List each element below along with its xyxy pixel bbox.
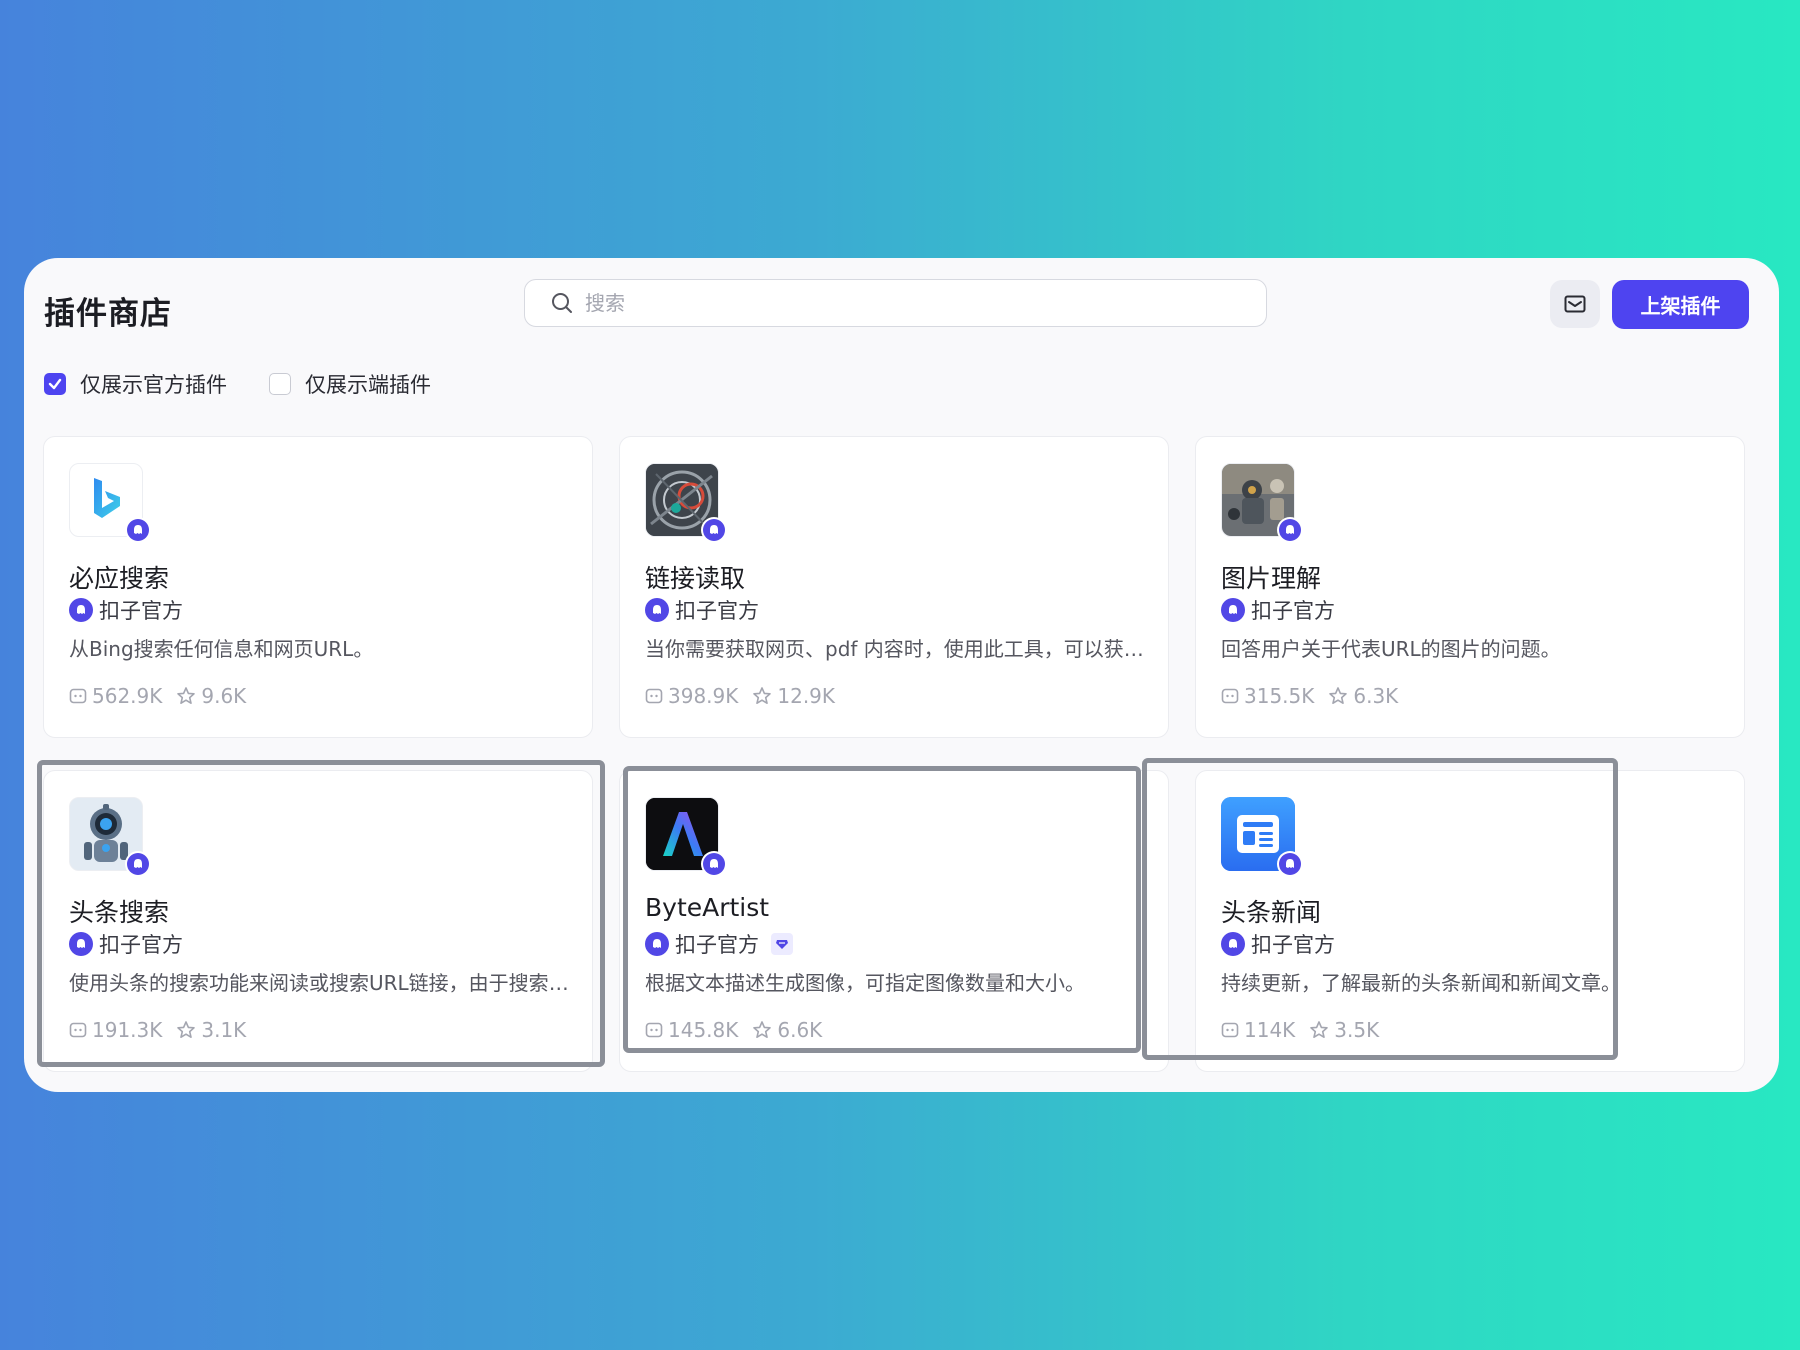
star-icon bbox=[1310, 1021, 1329, 1039]
filter-label: 仅展示官方插件 bbox=[80, 373, 227, 397]
plugin-store-window: 插件商店 上架插件 仅展示官方插件 仅展示端插件 bbox=[24, 258, 1779, 1092]
checkbox-unchecked[interactable] bbox=[269, 373, 291, 395]
plugin-card[interactable]: 图片理解 扣子官方 回答用户关于代表URL的图片的问题。 315.5K 6.3K bbox=[1195, 436, 1745, 738]
usage-icon bbox=[645, 1022, 663, 1038]
premium-gem-icon bbox=[771, 933, 793, 955]
plugin-card[interactable]: 头条新闻 扣子官方 持续更新，了解最新的头条新闻和新闻文章。 114K 3.5K bbox=[1195, 770, 1745, 1072]
search-input[interactable] bbox=[583, 290, 1227, 316]
star-count: 6.3K bbox=[1353, 684, 1399, 708]
search-box[interactable] bbox=[524, 279, 1267, 327]
star-icon bbox=[177, 1021, 196, 1039]
star-icon bbox=[177, 687, 196, 705]
usage-icon bbox=[1221, 688, 1239, 704]
plugin-card[interactable]: ByteArtist 扣子官方 根据文本描述生成图像，可指定图像数量和大小。 1… bbox=[619, 770, 1169, 1072]
plugin-name: 头条搜索 bbox=[69, 898, 170, 927]
plugin-stats: 145.8K 6.6K bbox=[645, 1018, 822, 1042]
star-icon bbox=[753, 687, 772, 705]
plugin-stats: 398.9K 12.9K bbox=[645, 684, 835, 708]
check-icon bbox=[48, 378, 62, 390]
plugin-description: 当你需要获取网页、pdf 内容时，使用此工具，可以获取url链接下的标题和内容。 bbox=[645, 637, 1145, 661]
plugin-name: ByteArtist bbox=[645, 893, 770, 922]
usage-count: 145.8K bbox=[668, 1018, 739, 1042]
plugin-stats: 562.9K 9.6K bbox=[69, 684, 246, 708]
star-count: 3.5K bbox=[1334, 1018, 1380, 1042]
usage-icon bbox=[69, 1022, 87, 1038]
official-badge-icon bbox=[701, 851, 727, 877]
plugin-card[interactable]: 头条搜索 扣子官方 使用头条的搜索功能来阅读或搜索URL链接，由于搜索结果较多，… bbox=[43, 770, 593, 1072]
plugin-name: 链接读取 bbox=[645, 564, 746, 593]
plugin-description: 根据文本描述生成图像，可指定图像数量和大小。 bbox=[645, 971, 1085, 995]
plugin-card[interactable]: 必应搜索 扣子官方 从Bing搜索任何信息和网页URL。 562.9K 9.6K bbox=[43, 436, 593, 738]
usage-count: 398.9K bbox=[668, 684, 739, 708]
plugin-description: 持续更新，了解最新的头条新闻和新闻文章。 bbox=[1221, 971, 1621, 995]
filter-device-only[interactable]: 仅展示端插件 bbox=[269, 369, 431, 399]
mail-icon bbox=[1564, 295, 1586, 313]
official-badge-icon bbox=[125, 851, 151, 877]
usage-count: 191.3K bbox=[92, 1018, 163, 1042]
plugin-author: 扣子官方 bbox=[645, 595, 759, 625]
official-badge-icon bbox=[125, 517, 151, 543]
publish-plugin-button[interactable]: 上架插件 bbox=[1612, 280, 1749, 329]
plugin-author: 扣子官方 bbox=[1221, 595, 1335, 625]
filter-official-only[interactable]: 仅展示官方插件 bbox=[44, 369, 227, 399]
coze-avatar-icon bbox=[1221, 932, 1245, 956]
coze-avatar-icon bbox=[1221, 598, 1245, 622]
official-badge-icon bbox=[1277, 517, 1303, 543]
checkbox-checked[interactable] bbox=[44, 373, 66, 395]
plugin-author: 扣子官方 bbox=[69, 595, 183, 625]
plugin-stats: 191.3K 3.1K bbox=[69, 1018, 246, 1042]
plugin-author: 扣子官方 bbox=[69, 929, 183, 959]
plugin-author: 扣子官方 bbox=[645, 929, 793, 959]
coze-avatar-icon bbox=[645, 932, 669, 956]
usage-count: 562.9K bbox=[92, 684, 163, 708]
star-count: 9.6K bbox=[201, 684, 247, 708]
star-icon bbox=[753, 1021, 772, 1039]
coze-avatar-icon bbox=[645, 598, 669, 622]
star-count: 12.9K bbox=[777, 684, 836, 708]
plugin-stats: 114K 3.5K bbox=[1221, 1018, 1379, 1042]
plugin-name: 图片理解 bbox=[1221, 564, 1322, 593]
usage-count: 114K bbox=[1244, 1018, 1296, 1042]
search-icon bbox=[552, 293, 572, 313]
usage-icon bbox=[1221, 1022, 1239, 1038]
usage-count: 315.5K bbox=[1244, 684, 1315, 708]
coze-avatar-icon bbox=[69, 932, 93, 956]
plugin-card[interactable]: 链接读取 扣子官方 当你需要获取网页、pdf 内容时，使用此工具，可以获取url… bbox=[619, 436, 1169, 738]
coze-avatar-icon bbox=[69, 598, 93, 622]
official-badge-icon bbox=[1277, 851, 1303, 877]
plugin-description: 从Bing搜索任何信息和网页URL。 bbox=[69, 637, 374, 661]
plugin-name: 头条新闻 bbox=[1221, 898, 1322, 927]
plugin-author: 扣子官方 bbox=[1221, 929, 1335, 959]
filter-label: 仅展示端插件 bbox=[305, 373, 431, 397]
message-button[interactable] bbox=[1550, 280, 1600, 328]
plugin-name: 必应搜索 bbox=[69, 564, 170, 593]
star-icon bbox=[1329, 687, 1348, 705]
star-count: 6.6K bbox=[777, 1018, 823, 1042]
usage-icon bbox=[645, 688, 663, 704]
star-count: 3.1K bbox=[201, 1018, 247, 1042]
usage-icon bbox=[69, 688, 87, 704]
page-title: 插件商店 bbox=[44, 296, 172, 332]
plugin-description: 使用头条的搜索功能来阅读或搜索URL链接，由于搜索结果较多，请按需使用。 bbox=[69, 971, 569, 995]
official-badge-icon bbox=[701, 517, 727, 543]
plugin-description: 回答用户关于代表URL的图片的问题。 bbox=[1221, 637, 1561, 661]
plugin-stats: 315.5K 6.3K bbox=[1221, 684, 1398, 708]
